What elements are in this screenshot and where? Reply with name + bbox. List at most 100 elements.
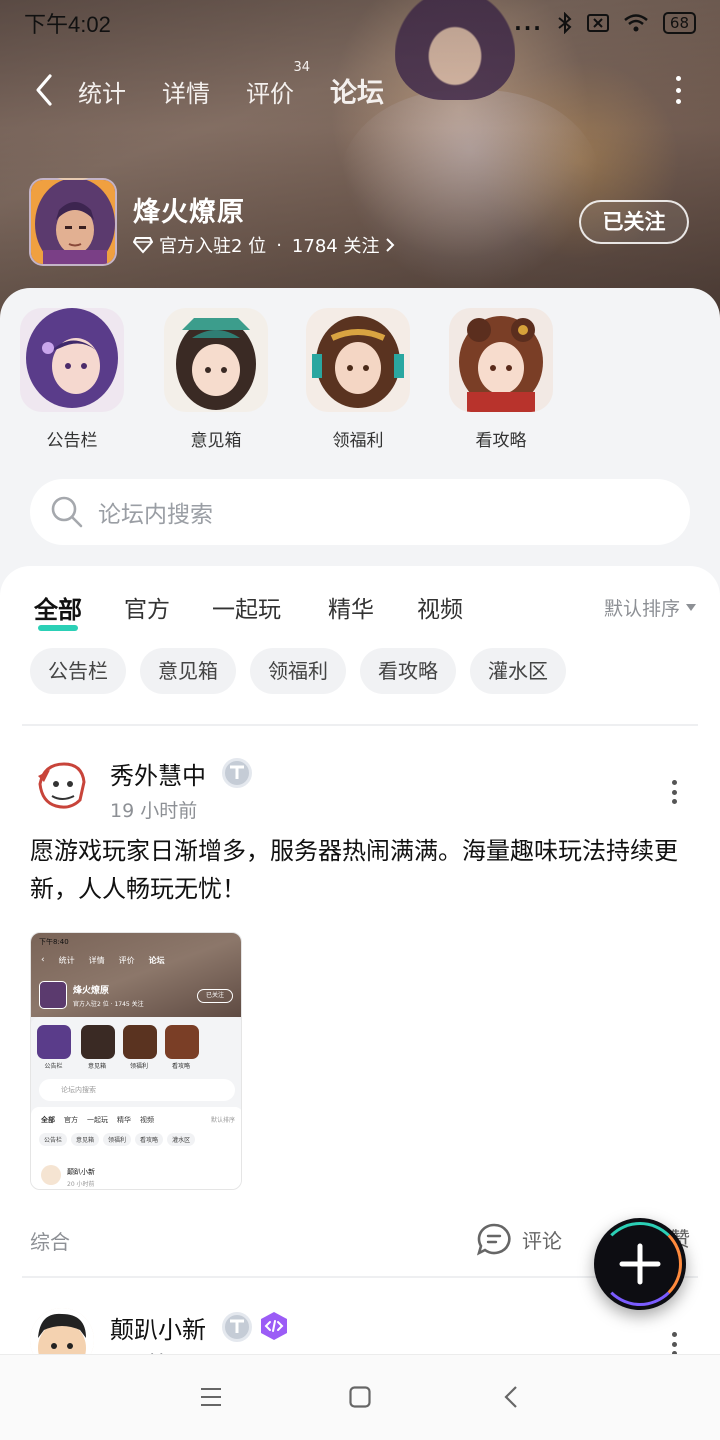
thumb-follow: 已关注 [197,989,233,1003]
sort-label: 默认排序 [603,598,680,620]
filter-chips: 公告栏 意见箱 领福利 看攻略 灌水区 [30,648,566,694]
menu-icon[interactable] [200,1387,222,1407]
back-arrow-icon[interactable] [32,72,56,108]
feed-tab-video[interactable]: 视频 [417,590,463,624]
plus-icon [619,1243,661,1285]
more-options-icon[interactable] [674,76,682,104]
diamond-icon [133,237,153,254]
thumb-chip: 领福利 [103,1133,132,1146]
comment-icon [476,1223,511,1256]
post-category[interactable]: 综合 [30,1226,70,1255]
game-header: 烽火燎原 官方入驻2 位 · 1784 关注 已关注 [29,178,689,268]
feed-tab-play-together[interactable]: 一起玩 [212,590,281,624]
thumb-chip: 公告栏 [39,1133,68,1146]
thumb-game-title: 烽火燎原 [73,986,110,996]
thumb-tab: 统计 [58,956,75,965]
game-banner [0,0,720,320]
thumb-chip: 看攻略 [135,1133,164,1146]
comment-label: 评论 [522,1228,562,1253]
caret-down-icon [686,604,696,611]
thumb-chip: 灌水区 [167,1133,196,1146]
home-icon[interactable] [349,1386,371,1408]
category-rewards[interactable]: 领福利 [303,308,413,451]
game-title: 烽火燎原 [133,197,245,228]
category-row: 公告栏 意见箱 领福利 看攻略 [0,308,720,451]
comment-button[interactable]: 评论 [476,1222,562,1256]
feed-tab-all[interactable]: 全部 [34,590,82,631]
forum-search-input[interactable]: 论坛内搜索 [30,479,690,545]
thumb-sort: 默认排序 [210,1117,235,1124]
post-text: 愿游戏玩家日渐增多，服务器热闹满满。海量趣味玩法持续更新，人人畅玩无忧！ [30,837,678,903]
tab-forum[interactable]: 论坛 [330,71,384,110]
thumb-tab: 论坛 [148,956,165,965]
chip-chat[interactable]: 灌水区 [470,648,566,694]
thumb-time: 下午8:40 [39,938,69,946]
search-placeholder: 论坛内搜索 [98,502,213,528]
sort-dropdown[interactable]: 默认排序 [604,594,696,621]
search-icon [51,496,83,528]
author-avatar[interactable] [30,754,94,818]
tab-reviews-label: 评价 [246,80,294,108]
thumb-category: 领福利 [129,1063,148,1070]
chip-feedback[interactable]: 意见箱 [140,648,236,694]
feed-tab-official[interactable]: 官方 [124,590,170,624]
announcements-image [20,308,124,412]
thumb-chip: 意见箱 [71,1133,100,1146]
thumb-feed-tab: 官方 [64,1116,78,1124]
top-nav: 统计 详情 评价 34 论坛 [0,60,720,118]
meta-separator: · [276,234,282,256]
follow-button[interactable]: 已关注 [579,200,689,244]
category-label: 公告栏 [46,431,98,451]
thumb-tab: 详情 [88,956,105,965]
create-post-button[interactable] [594,1218,686,1310]
game-meta[interactable]: 官方入驻2 位 · 1784 关注 [133,232,395,258]
thumb-search: 论坛内搜索 [39,1079,235,1101]
post-more-icon[interactable] [672,1332,678,1356]
thumb-feed-tab: 视频 [140,1116,154,1124]
thumb-post-time: 20 小时前 [67,1181,95,1188]
verified-badge-icon [222,758,252,788]
post-time: 19 小时前 [110,800,198,822]
status-bar: 下午4:02 ... 68 [24,8,696,38]
thumb-category: 公告栏 [44,1063,63,1070]
thumb-category: 看攻略 [171,1063,190,1070]
author-name[interactable]: 秀外慧中 [110,756,206,791]
chip-rewards[interactable]: 领福利 [250,648,346,694]
category-guides[interactable]: 看攻略 [446,308,556,451]
status-time: 下午4:02 [24,12,111,37]
category-label: 领福利 [332,431,384,451]
thumb-author: 颠趴小新 [67,1168,95,1176]
thumb-feed-tab: 一起玩 [87,1116,108,1124]
feed-tabs: 全部 官方 一起玩 精华 视频 默认排序 [0,584,720,634]
back-icon[interactable] [503,1385,519,1409]
feed-tab-featured[interactable]: 精华 [328,590,374,624]
review-count-badge: 34 [293,60,310,75]
signal-dots-icon: ... [514,11,543,35]
forum-content: 公告栏 意见箱 领福利 看攻略 论坛内搜索 全部 官方 一起玩 精华 视频 默认… [0,288,720,1374]
sim-off-icon [586,14,609,32]
verified-badge-icon [222,1312,252,1342]
tab-details[interactable]: 详情 [162,74,210,109]
followers-count: 1784 关注 [291,236,380,257]
game-rank: 官方入驻2 位 [159,236,267,257]
guides-image [449,308,553,412]
post-actions: 综合 评论 赞 [30,1222,690,1262]
thumb-tab: 评价 [118,956,135,965]
game-avatar[interactable] [29,178,117,266]
bluetooth-icon [558,12,572,34]
category-feedback[interactable]: 意见箱 [161,308,271,451]
chip-announcements[interactable]: 公告栏 [30,648,126,694]
author-name[interactable]: 颠趴小新 [110,1310,206,1345]
thumb-category: 意见箱 [87,1063,106,1070]
post-more-icon[interactable] [672,780,678,804]
wifi-icon [624,14,648,32]
developer-badge-icon [258,1310,290,1342]
tab-reviews[interactable]: 评价 34 [246,60,310,109]
post-image[interactable]: 下午8:40 ‹ 统计 详情 评价 论坛 烽火燎原 官方入驻2 位 · 1745… [30,932,242,1190]
tab-stats[interactable]: 统计 [78,74,126,109]
chip-guides[interactable]: 看攻略 [360,648,456,694]
thumb-game-avatar [39,981,67,1009]
thumb-feed-tab: 精华 [117,1116,131,1124]
post-card[interactable]: 秀外慧中 19 小时前 愿游戏玩家日渐增多，服务器热闹满满。海量趣味玩法持续更新… [0,740,720,1256]
category-announcements[interactable]: 公告栏 [17,308,127,451]
